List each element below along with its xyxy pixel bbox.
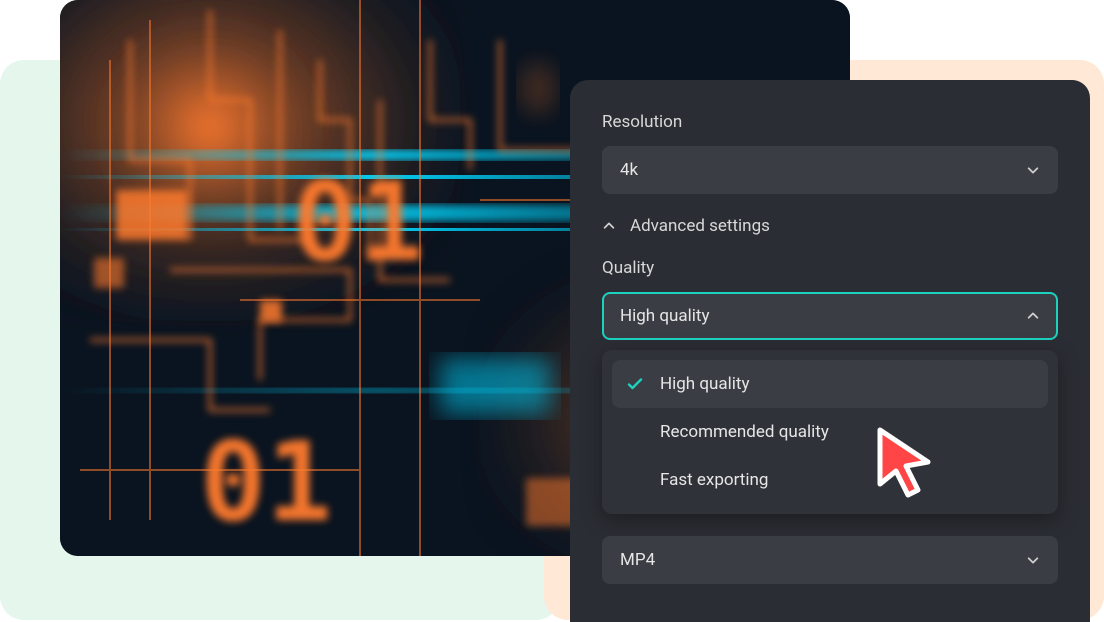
quality-select[interactable]: High quality	[602, 292, 1058, 340]
check-icon	[626, 375, 644, 393]
resolution-select[interactable]: 4k	[602, 146, 1058, 194]
quality-option-label: High quality	[660, 374, 750, 394]
chevron-down-icon	[1026, 163, 1040, 177]
quality-option-recommended[interactable]: Recommended quality	[612, 408, 1048, 456]
quality-option-fast[interactable]: Fast exporting	[612, 456, 1048, 504]
quality-option-label: Recommended quality	[660, 422, 829, 442]
quality-option-label: Fast exporting	[660, 470, 768, 490]
chevron-down-icon	[1026, 553, 1040, 567]
advanced-settings-label: Advanced settings	[630, 216, 770, 236]
chevron-up-icon	[1026, 309, 1040, 323]
quality-option-high[interactable]: High quality	[612, 360, 1048, 408]
chevron-up-icon	[602, 219, 616, 233]
format-select-value: MP4	[620, 550, 655, 570]
resolution-label: Resolution	[602, 112, 1058, 132]
format-select[interactable]: MP4	[602, 536, 1058, 584]
export-settings-panel: Resolution 4k Advanced settings Quality …	[570, 80, 1090, 622]
quality-dropdown: High quality Recommended quality Fast ex…	[602, 350, 1058, 514]
resolution-select-value: 4k	[620, 160, 638, 180]
advanced-settings-toggle[interactable]: Advanced settings	[602, 216, 1058, 236]
quality-select-value: High quality	[620, 306, 710, 326]
quality-label: Quality	[602, 258, 1058, 278]
